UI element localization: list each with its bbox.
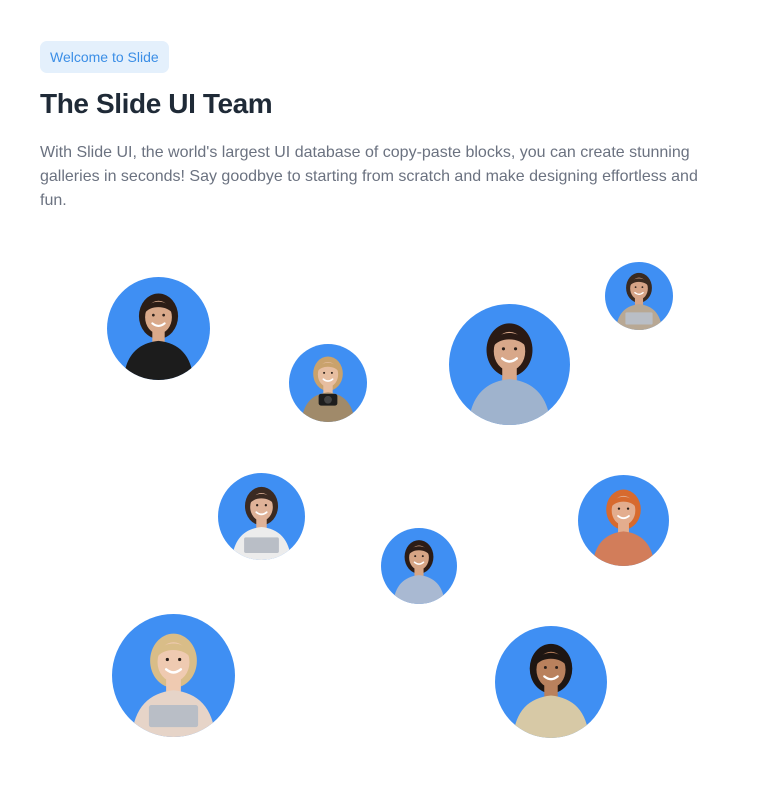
laptop-icon: [625, 312, 653, 325]
person-portrait: [468, 323, 551, 425]
team-member-avatar: [381, 528, 457, 604]
team-member-avatar: [449, 304, 570, 425]
team-member-avatar: [112, 614, 235, 737]
person-portrait: [592, 489, 655, 566]
page-description: With Slide UI, the world's largest UI da…: [40, 144, 698, 209]
person-portrait: [615, 272, 663, 330]
team-member-avatar: [495, 626, 607, 738]
welcome-badge: Welcome to Slide: [40, 41, 169, 73]
person-portrait: [512, 643, 590, 738]
person-portrait: [393, 540, 445, 604]
team-member-avatar: [289, 344, 367, 422]
person-portrait: [301, 356, 355, 422]
team-member-avatar: [605, 262, 673, 330]
laptop-icon: [148, 705, 199, 728]
team-member-avatar: [218, 473, 305, 560]
page-title: The Slide UI Team: [40, 88, 273, 119]
person-portrait: [123, 293, 194, 380]
team-member-avatar: [107, 277, 210, 380]
person-portrait: [231, 486, 292, 560]
person-portrait: [131, 633, 216, 737]
team-member-avatar: [578, 475, 669, 566]
laptop-icon: [244, 537, 279, 554]
camera-icon: [318, 393, 338, 406]
